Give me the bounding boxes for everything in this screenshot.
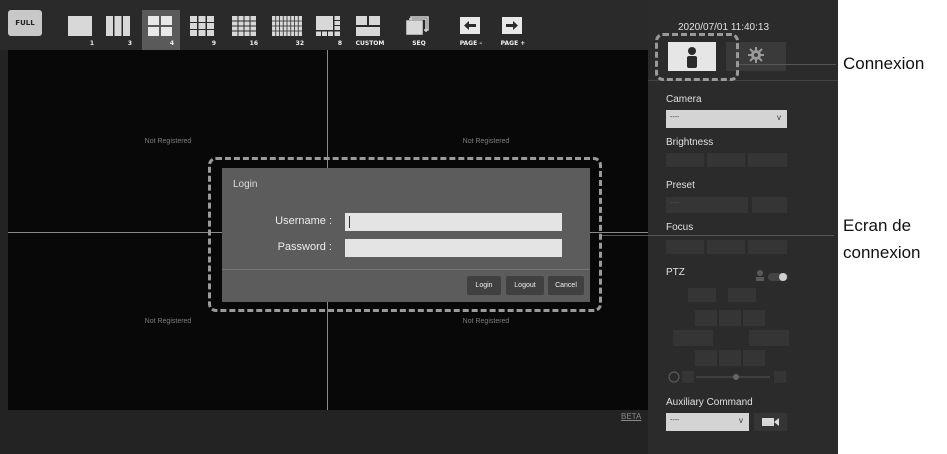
preset-select[interactable]: ---- — [666, 197, 748, 213]
layout-3-icon — [106, 16, 130, 36]
camera-value: ---- — [670, 114, 680, 121]
focus-near-button[interactable] — [666, 240, 704, 254]
sequence-button[interactable]: SEQ — [400, 10, 438, 50]
page-prev-label: PAGE – — [459, 40, 483, 47]
layout-9-label: 9 — [211, 40, 216, 47]
cell-2-status: Not Registered — [462, 138, 510, 145]
zoom-out-button[interactable] — [688, 288, 716, 302]
layout-4-button[interactable]: 4 — [142, 10, 180, 50]
connexion-leader-line — [739, 64, 836, 65]
connexion-callout: Connexion — [843, 54, 925, 73]
brightness-reset-button[interactable] — [707, 153, 745, 167]
preset-label: Preset — [666, 180, 695, 191]
layout-custom-button[interactable]: CUSTOM — [350, 10, 390, 50]
layout-9-button[interactable]: 9 — [184, 10, 222, 50]
layout-9-icon — [190, 16, 214, 36]
layout-4-icon — [148, 16, 172, 36]
layout-16-button[interactable]: 16 — [226, 10, 264, 50]
camera-select[interactable]: ---- v — [666, 110, 787, 128]
auxiliary-execute-button[interactable] — [754, 413, 787, 431]
page-prev-button[interactable]: PAGE – — [452, 10, 490, 50]
ptz-toggle[interactable] — [752, 268, 792, 284]
page-next-button[interactable]: PAGE + — [494, 10, 532, 50]
preset-value: ---- — [670, 200, 680, 207]
layout-1-label: 1 — [89, 40, 94, 47]
cell-3-status: Not Registered — [144, 318, 192, 325]
brightness-label: Brightness — [666, 137, 714, 148]
page-next-label: PAGE + — [500, 40, 526, 47]
layout-8-label: 8 — [337, 40, 342, 47]
login-screen-leader-line — [602, 235, 834, 236]
brightness-decrease-button[interactable] — [666, 153, 704, 167]
connexion-highlight — [655, 33, 739, 81]
camera-icon — [762, 418, 779, 426]
layout-16-label: 16 — [249, 40, 258, 47]
full-screen-button[interactable]: FULL — [8, 10, 42, 36]
auxiliary-command-select[interactable]: ---- v — [666, 413, 749, 431]
layout-4-label: 4 — [169, 40, 174, 47]
layout-3-label: 3 — [127, 40, 132, 47]
layout-8-button[interactable]: 8 — [310, 10, 348, 50]
chevron-down-icon: v — [777, 113, 781, 122]
login-screen-highlight — [208, 157, 602, 312]
sequence-icon — [406, 16, 429, 35]
layout-toolbar: FULL 1 3 4 9 16 32 8 CUSTOM SEQ PAGE – P… — [0, 0, 648, 50]
focus-label: Focus — [666, 222, 694, 233]
layout-8-icon — [316, 16, 340, 36]
layout-1-button[interactable]: 1 — [62, 10, 100, 50]
datetime-display: 2020/07/01 11:40:13 — [678, 22, 770, 33]
ptz-label: PTZ — [666, 267, 685, 278]
layout-16-icon — [232, 16, 256, 36]
beta-link[interactable]: BETA — [621, 412, 641, 421]
layout-32-icon — [272, 16, 302, 36]
zoom-in-button[interactable] — [728, 288, 756, 302]
ptz-direction-pad[interactable] — [673, 310, 789, 368]
ptz-speed-slider[interactable] — [666, 368, 790, 386]
arrow-left-icon — [460, 17, 480, 34]
layout-3-button[interactable]: 3 — [100, 10, 138, 50]
auxiliary-command-value: ---- — [670, 417, 680, 424]
brightness-increase-button[interactable] — [748, 153, 787, 167]
layout-custom-label: CUSTOM — [355, 40, 385, 47]
layout-1-icon — [68, 16, 92, 36]
arrow-right-icon — [502, 17, 522, 34]
layout-32-label: 32 — [295, 40, 304, 47]
auxiliary-command-label: Auxiliary Command — [666, 397, 753, 408]
focus-far-button[interactable] — [748, 240, 787, 254]
layout-32-button[interactable]: 32 — [266, 10, 310, 50]
login-screen-callout-line2: connexion — [843, 243, 921, 262]
chevron-down-icon: v — [739, 416, 743, 425]
login-screen-callout-line1: Ecran de — [843, 216, 912, 235]
preset-home-button[interactable] — [752, 197, 787, 213]
sequence-label: SEQ — [412, 40, 426, 47]
camera-label: Camera — [666, 94, 702, 105]
cell-1-status: Not Registered — [144, 138, 192, 145]
layout-custom-icon — [356, 16, 380, 36]
focus-auto-button[interactable] — [707, 240, 745, 254]
cell-4-status: Not Registered — [462, 318, 510, 325]
